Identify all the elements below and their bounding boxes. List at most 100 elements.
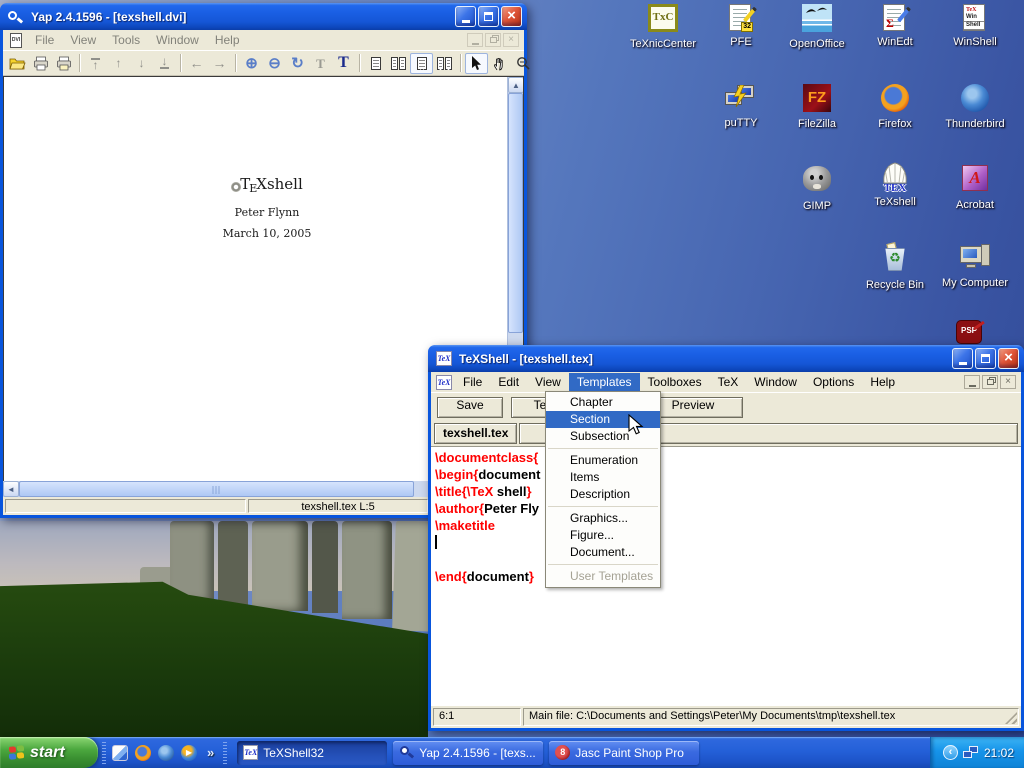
- print-icon[interactable]: [29, 53, 52, 74]
- continuous-two-page-view-icon[interactable]: [433, 53, 456, 74]
- taskbar-button-paint-shop-pro[interactable]: 8 Jasc Paint Shop Pro: [549, 741, 699, 765]
- hide-icons-chevron[interactable]: ‹: [943, 745, 958, 760]
- previous-page-icon[interactable]: ↑: [107, 53, 130, 74]
- desktop-icon-thunderbird[interactable]: Thunderbird: [939, 82, 1011, 130]
- menu-view[interactable]: View: [527, 373, 569, 391]
- desktop-icon-winshell[interactable]: TeX Win Shell WinShell: [939, 2, 1011, 48]
- forward-icon[interactable]: →: [208, 53, 231, 74]
- desktop-icon-filezilla[interactable]: FZ FileZilla: [781, 82, 853, 130]
- desktop-icon-winedt[interactable]: Σ WinEdt: [859, 2, 931, 48]
- menu-item-items[interactable]: Items: [546, 469, 660, 486]
- text-mode-icon[interactable]: T: [332, 53, 355, 74]
- desktop-icon-texniccenter[interactable]: TxC TeXnicCenter: [627, 2, 699, 50]
- yap-menu-help[interactable]: Help: [207, 31, 248, 49]
- zoom-in-icon[interactable]: ⊕: [240, 53, 263, 74]
- texshell-titlebar[interactable]: TeX TeXShell - [texshell.tex] ×: [428, 345, 1024, 372]
- menu-item-user-templates[interactable]: User Templates: [546, 568, 660, 585]
- yap-child-close-button[interactable]: ×: [503, 33, 519, 47]
- menu-item-enumeration[interactable]: Enumeration: [546, 452, 660, 469]
- thunderbird-quicklaunch-icon[interactable]: [158, 745, 174, 761]
- desktop-icon-openoffice[interactable]: OpenOffice: [781, 2, 853, 50]
- menu-edit[interactable]: Edit: [490, 373, 527, 391]
- yap-menu-file[interactable]: File: [27, 31, 62, 49]
- menu-tex[interactable]: TeX: [710, 373, 747, 391]
- desktop-icon-firefox[interactable]: Firefox: [859, 82, 931, 130]
- yap-status-file: texshell.tex L:5: [248, 499, 428, 513]
- menu-window[interactable]: Window: [746, 373, 805, 391]
- menu-help[interactable]: Help: [862, 373, 903, 391]
- menu-templates[interactable]: Templates: [569, 373, 640, 391]
- first-page-icon[interactable]: ↑: [84, 53, 107, 74]
- desktop-icon-acrobat[interactable]: A Acrobat: [939, 162, 1011, 211]
- scroll-up-arrow[interactable]: ▲: [508, 77, 524, 93]
- yap-minimize-button[interactable]: [455, 6, 476, 27]
- magnifier-tool-icon[interactable]: [511, 53, 534, 74]
- refresh-icon[interactable]: ↻: [286, 53, 309, 74]
- save-button[interactable]: Save: [437, 397, 503, 418]
- icon-label: PFE: [705, 36, 777, 48]
- yap-menu-tools[interactable]: Tools: [104, 31, 148, 49]
- zoom-out-icon[interactable]: ⊖: [263, 53, 286, 74]
- quick-launch-overflow-chevron[interactable]: »: [204, 745, 217, 760]
- paint-shop-pro-icon[interactable]: PSP: [956, 320, 982, 344]
- yap-child-restore-button[interactable]: [485, 33, 501, 47]
- media-player-icon[interactable]: ▶: [181, 745, 197, 761]
- open-file-icon[interactable]: [6, 53, 29, 74]
- text-ruler-icon[interactable]: T: [309, 53, 332, 74]
- wallpaper-stonehenge: [0, 521, 428, 738]
- resize-grip[interactable]: [1005, 712, 1017, 724]
- network-tray-icon[interactable]: [963, 746, 979, 760]
- vertical-scroll-thumb[interactable]: [508, 93, 523, 333]
- desktop-icon-putty[interactable]: puTTY: [705, 82, 777, 129]
- horizontal-scroll-thumb[interactable]: [19, 481, 414, 497]
- menu-separator: [548, 506, 658, 507]
- last-page-icon[interactable]: ↓: [153, 53, 176, 74]
- start-button[interactable]: start: [0, 737, 98, 768]
- texshell-menubar: TeX File Edit View Templates Toolboxes T…: [431, 372, 1021, 393]
- yap-app-icon: [8, 9, 24, 24]
- child-minimize-button[interactable]: [964, 375, 980, 389]
- menu-item-figure[interactable]: Figure...: [546, 527, 660, 544]
- yap-menu-view[interactable]: View: [62, 31, 104, 49]
- child-close-button[interactable]: ×: [1000, 375, 1016, 389]
- child-restore-button[interactable]: [982, 375, 998, 389]
- desktop-icon-pfe[interactable]: 32 PFE: [705, 2, 777, 48]
- menu-item-graphics[interactable]: Graphics...: [546, 510, 660, 527]
- menu-item-description[interactable]: Description: [546, 486, 660, 503]
- yap-maximize-button[interactable]: [478, 6, 499, 27]
- desktop-icon-texshell[interactable]: TEX TeXshell: [859, 162, 931, 208]
- texshell-maximize-button[interactable]: [975, 348, 996, 369]
- taskbar-button-texshell32[interactable]: TeX TeXShell32: [237, 741, 387, 765]
- continuous-view-icon[interactable]: [410, 53, 433, 74]
- hand-tool-icon[interactable]: [488, 53, 511, 74]
- outlook-express-icon[interactable]: [112, 745, 128, 761]
- taskbar-clock[interactable]: 21:02: [984, 746, 1014, 760]
- menu-options[interactable]: Options: [805, 373, 862, 391]
- scroll-left-arrow[interactable]: ◄: [3, 481, 19, 497]
- tab-texshell-tex[interactable]: texshell.tex: [434, 423, 517, 444]
- texshell-close-button[interactable]: ×: [998, 348, 1019, 369]
- back-icon[interactable]: ←: [185, 53, 208, 74]
- next-page-icon[interactable]: ↓: [130, 53, 153, 74]
- code-line: \author{Peter Fly: [435, 500, 1021, 517]
- desktop-icon-my-computer[interactable]: My Computer: [939, 242, 1011, 289]
- yap-child-minimize-button[interactable]: [467, 33, 483, 47]
- yap-close-button[interactable]: ×: [501, 6, 522, 27]
- yap-titlebar[interactable]: Yap 2.4.1596 - [texshell.dvi] ×: [0, 3, 527, 30]
- texshell-minimize-button[interactable]: [952, 348, 973, 369]
- menu-file[interactable]: File: [455, 373, 490, 391]
- taskbar-button-yap[interactable]: Yap 2.4.1596 - [texs...: [393, 741, 543, 765]
- menu-toolboxes[interactable]: Toolboxes: [640, 373, 710, 391]
- pointer-tool-icon[interactable]: [465, 53, 488, 74]
- desktop-icon-gimp[interactable]: GIMP: [781, 162, 853, 212]
- menu-item-document[interactable]: Document...: [546, 544, 660, 561]
- firefox-quicklaunch-icon[interactable]: [135, 745, 151, 761]
- yap-menu-window[interactable]: Window: [148, 31, 207, 49]
- code-editor[interactable]: \documentclass{ \begin{document \title{\…: [431, 446, 1021, 706]
- desktop-icon-recycle-bin[interactable]: ♻ Recycle Bin: [859, 242, 931, 291]
- single-page-view-icon[interactable]: [364, 53, 387, 74]
- menu-item-chapter[interactable]: Chapter: [546, 394, 660, 411]
- two-page-view-icon[interactable]: [387, 53, 410, 74]
- print-setup-icon[interactable]: [52, 53, 75, 74]
- putty-icon: [724, 83, 758, 115]
